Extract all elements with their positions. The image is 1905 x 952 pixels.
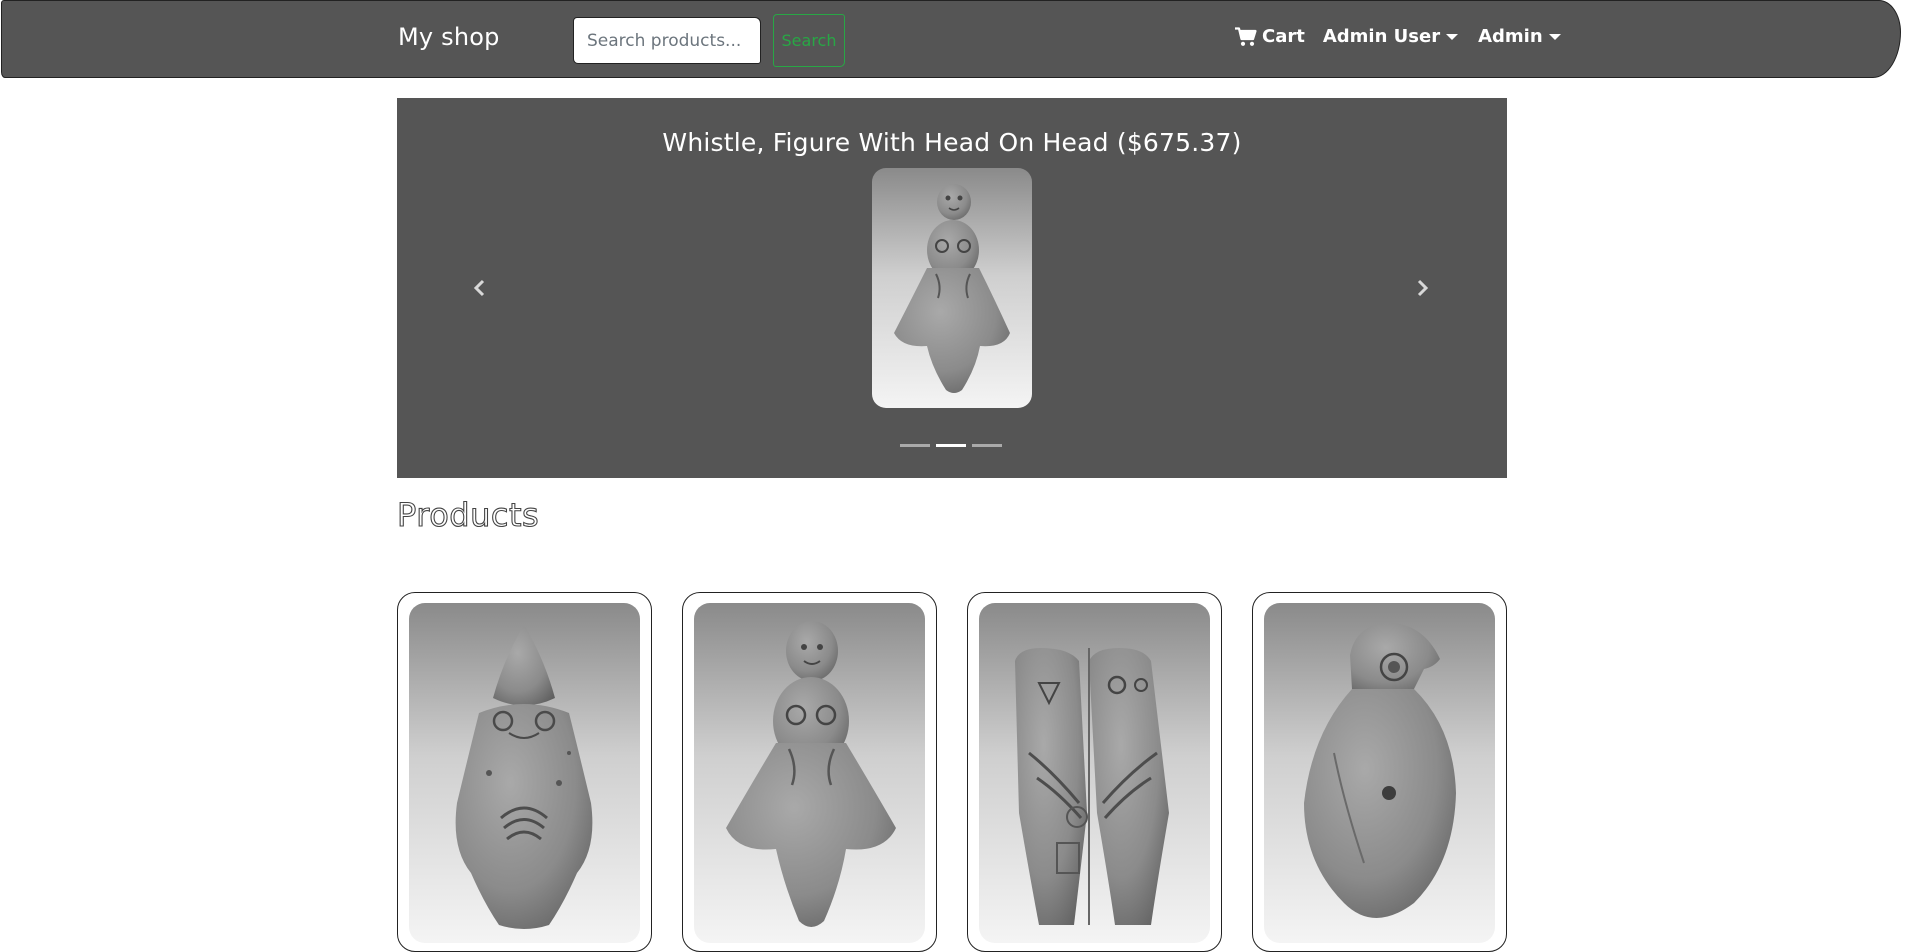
search-button[interactable]: Search — [773, 14, 845, 67]
brand-logo[interactable]: My shop — [398, 23, 500, 51]
top-navbar: My shop Search Cart Admin User Admin — [1, 0, 1901, 78]
user-menu-dropdown[interactable]: Admin User — [1322, 26, 1459, 47]
carousel-prev-control[interactable] — [468, 276, 492, 300]
carousel-product-image[interactable] — [872, 168, 1032, 408]
product-image[interactable] — [409, 603, 640, 943]
chevron-right-icon — [1417, 279, 1429, 297]
admin-menu-label: Admin — [1478, 26, 1543, 47]
product-image[interactable] — [1264, 603, 1495, 943]
cart-label: Cart — [1262, 26, 1305, 47]
product-image[interactable] — [694, 603, 925, 943]
carousel-indicator-active[interactable] — [936, 444, 966, 447]
caret-down-icon — [1446, 33, 1459, 40]
carousel-indicator[interactable] — [900, 444, 930, 447]
products-heading: Products — [396, 495, 540, 534]
featured-carousel: Whistle, Figure With Head On Head ($675.… — [397, 98, 1507, 478]
product-card[interactable] — [967, 592, 1222, 952]
carousel-indicator[interactable] — [972, 444, 1002, 447]
user-menu-label: Admin User — [1322, 26, 1441, 47]
chevron-left-icon — [473, 279, 485, 297]
product-card[interactable] — [682, 592, 937, 952]
product-card[interactable] — [397, 592, 652, 952]
carousel-next-control[interactable] — [1410, 276, 1434, 300]
product-image[interactable] — [979, 603, 1210, 943]
caret-down-icon — [1548, 33, 1561, 40]
cart-icon — [1235, 26, 1257, 46]
admin-menu-dropdown[interactable]: Admin — [1478, 26, 1561, 47]
product-card[interactable] — [1252, 592, 1507, 952]
search-input[interactable] — [573, 17, 761, 64]
cart-link[interactable]: Cart — [1235, 26, 1305, 47]
nav-right-group: Cart Admin User Admin — [1235, 26, 1561, 47]
carousel-caption[interactable]: Whistle, Figure With Head On Head ($675.… — [397, 128, 1507, 157]
carousel-indicators — [900, 444, 1002, 447]
